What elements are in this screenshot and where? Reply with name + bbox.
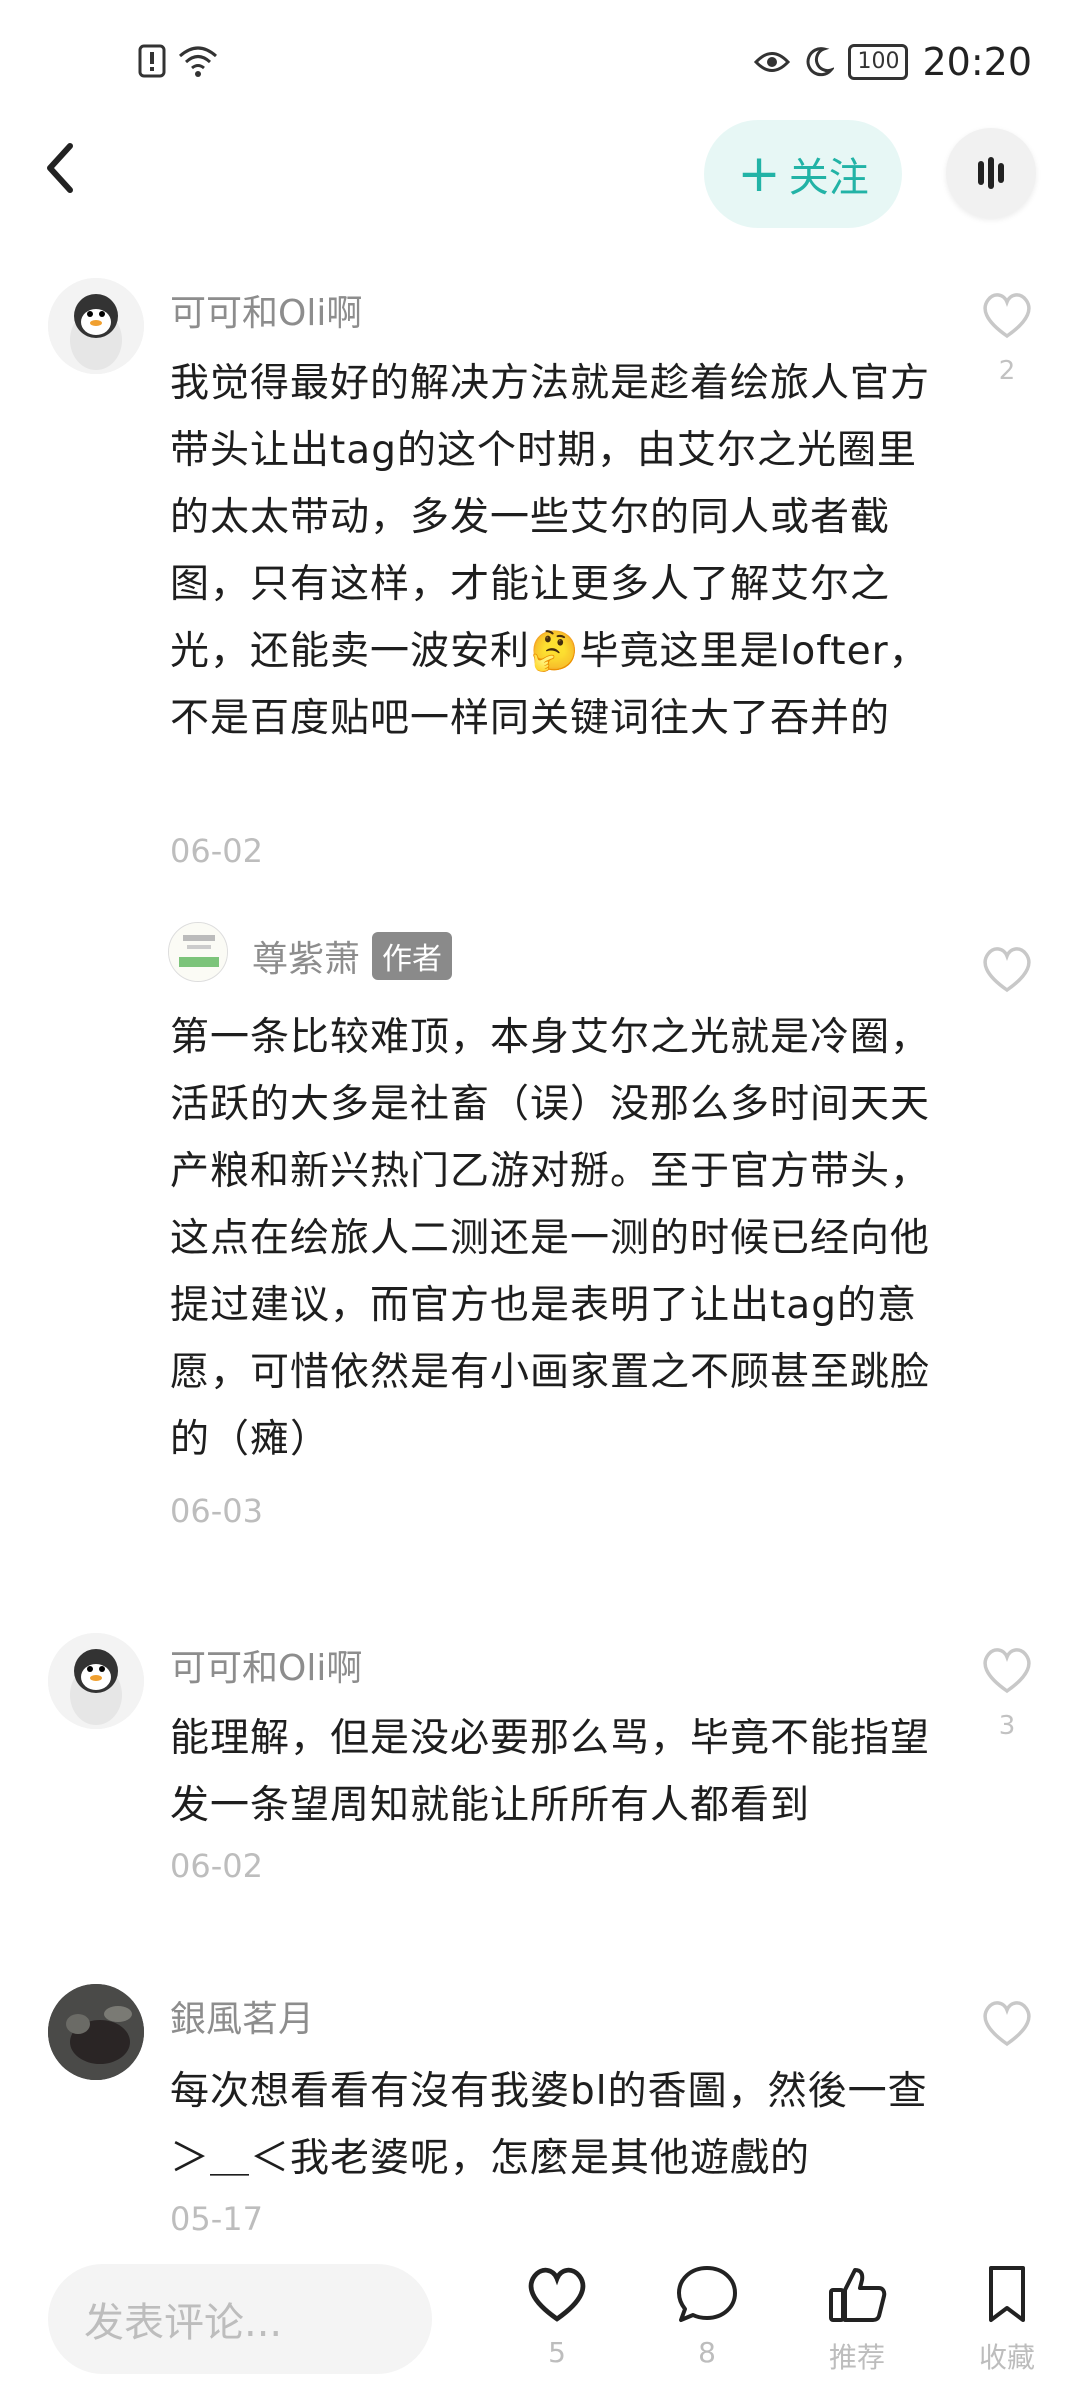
heart-icon [983, 1648, 1031, 1694]
audio-bars-icon [978, 157, 1004, 189]
heart-icon [983, 947, 1031, 993]
like-button[interactable] [980, 290, 1034, 340]
penguin-avatar-icon [48, 1633, 144, 1729]
status-icons-left [138, 44, 220, 78]
comment-text: 每次想看看有沒有我婆bl的香圖，然後一查＞＿＜我老婆呢，怎麼是其他遊戲的 [170, 2069, 928, 2181]
alert-sim-icon [138, 44, 166, 78]
audio-player-button[interactable] [946, 128, 1036, 218]
collect-label: 收藏 [978, 2341, 1035, 2374]
like-button[interactable] [980, 1645, 1034, 1695]
cartoon-avatar-icon [169, 923, 227, 981]
penguin-avatar-icon [48, 278, 144, 374]
bookmark-icon [989, 2266, 1025, 2322]
recommend-label: 推荐 [828, 2341, 885, 2374]
heart-icon [983, 2001, 1031, 2047]
moon-icon [807, 47, 835, 77]
wifi-icon [179, 46, 217, 77]
heart-icon [983, 293, 1031, 339]
comment-text: 能理解，但是没必要那么骂，毕竟不能指望发一条望周知就能让所所有人都看到 [170, 1716, 931, 1828]
avatar[interactable] [48, 1633, 144, 1729]
like-count: 3 [998, 1711, 1016, 1741]
comment-bubble-icon [677, 2266, 737, 2322]
comment-username[interactable]: 尊紫萧 作者 [252, 930, 453, 982]
like-post-button[interactable]: 5 [502, 2264, 612, 2369]
status-time: 20:20 [922, 40, 1032, 84]
follow-label: 关注 [788, 155, 869, 201]
avatar[interactable] [48, 1984, 144, 2080]
comment-username[interactable]: 可可和Oli啊 [170, 284, 362, 336]
status-icons-right: 100 20:20 [754, 40, 1032, 84]
comment-input[interactable]: 发表评论... [48, 2264, 432, 2374]
comment-date: 06-02 [170, 1847, 263, 1885]
heart-icon [528, 2267, 586, 2322]
comment-post-count: 8 [698, 2336, 716, 2369]
collect-button[interactable]: 收藏 [952, 2264, 1062, 2376]
comment-text: 我觉得最好的解决方法就是趁着绘旅人官方带头让出tag的这个时期，由艾尔之光圈里的… [170, 361, 931, 741]
avatar[interactable] [48, 278, 144, 374]
comment-username[interactable]: 可可和Oli啊 [170, 1639, 362, 1691]
plus-icon: + [737, 144, 781, 204]
like-post-count: 5 [548, 2336, 566, 2369]
recommend-button[interactable]: 推荐 [802, 2264, 912, 2376]
eye-icon [754, 52, 791, 72]
comment-date: 05-17 [170, 2200, 263, 2238]
like-button[interactable] [980, 1998, 1034, 2048]
author-badge: 作者 [372, 932, 453, 980]
comment-username[interactable]: 銀風茗月 [170, 1990, 314, 2042]
status-bar: 100 20:20 [0, 0, 1080, 130]
comment-text: 第一条比较难顶，本身艾尔之光就是冷圈，活跃的大多是社畜（误）没那么多时间天天产粮… [170, 1015, 931, 1462]
like-button[interactable] [980, 944, 1034, 994]
thumbs-up-icon [829, 2268, 887, 2322]
comment-date: 06-03 [170, 1492, 263, 1530]
like-count: 2 [998, 356, 1016, 386]
battery-level: 100 [848, 44, 909, 80]
follow-button[interactable]: + 关注 [704, 120, 902, 228]
bottom-action-bar: 发表评论... 5 8 推荐 收藏 [0, 2240, 1080, 2400]
comment-date: 06-02 [170, 832, 263, 870]
chevron-left-icon [47, 143, 73, 193]
comment-post-button[interactable]: 8 [652, 2264, 762, 2369]
avatar[interactable] [168, 922, 228, 982]
back-button[interactable] [40, 138, 100, 208]
comment-input-placeholder: 发表评论... [84, 2300, 283, 2346]
photo-avatar-icon [48, 1984, 144, 2080]
